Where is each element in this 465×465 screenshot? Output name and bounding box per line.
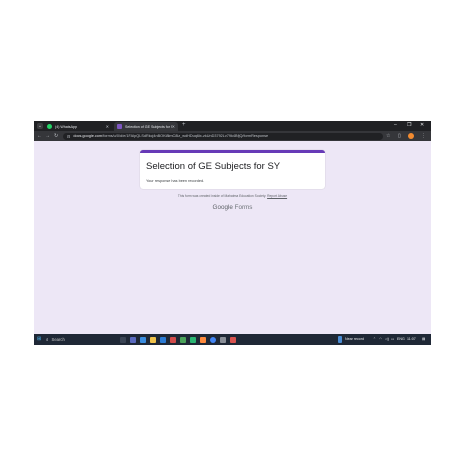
- file-explorer-icon[interactable]: [150, 336, 156, 343]
- tab-whatsapp[interactable]: (4) WhatsApp ✕: [44, 122, 112, 131]
- windows-start-icon[interactable]: ⊞: [37, 337, 42, 342]
- new-tab-icon[interactable]: +: [182, 122, 186, 128]
- response-card: Selection of GE Subjects for SY Your res…: [140, 150, 325, 189]
- avatar[interactable]: [408, 133, 414, 139]
- maximize-icon[interactable]: ❐: [407, 122, 411, 128]
- language-indicator[interactable]: ENG: [397, 337, 405, 341]
- report-abuse-link[interactable]: Report Abuse: [267, 194, 287, 198]
- tab-title: Selection of GE Subjects for SY: [125, 124, 172, 129]
- app-icon[interactable]: [200, 336, 206, 343]
- form-footnote: This form was created inside of Mahatma …: [34, 194, 431, 198]
- weather-icon[interactable]: [338, 336, 342, 343]
- app-icon[interactable]: [230, 336, 236, 343]
- chrome-icon[interactable]: [210, 336, 216, 343]
- close-icon[interactable]: ✕: [106, 124, 109, 129]
- search-label: Search: [51, 337, 65, 342]
- wifi-icon[interactable]: ◠: [379, 337, 382, 341]
- address-toolbar: ← → ↻ ⊟ docs.google.com/forms/u/0/d/e/1F…: [34, 131, 431, 141]
- close-window-icon[interactable]: ✕: [420, 122, 424, 128]
- confirmation-message: Your response has been recorded.: [146, 179, 205, 183]
- chevron-up-icon[interactable]: ⌃: [373, 337, 376, 341]
- widgets-icon[interactable]: [130, 336, 136, 343]
- weather-text[interactable]: Near record: [345, 337, 364, 341]
- app-icon[interactable]: [140, 336, 146, 343]
- form-title: Selection of GE Subjects for SY: [146, 161, 281, 172]
- taskbar: ⊞ ⌕ Search Near record ⌃ ◠ ◁) ▭ ENG 11:0…: [34, 334, 431, 345]
- battery-icon[interactable]: ▭: [391, 337, 394, 341]
- reload-icon[interactable]: ↻: [54, 133, 58, 139]
- volume-icon[interactable]: ◁): [385, 337, 389, 341]
- bookmark-star-icon[interactable]: ☆: [386, 133, 390, 139]
- tab-title: (4) WhatsApp: [55, 124, 77, 129]
- close-icon[interactable]: ✕: [172, 124, 175, 129]
- whatsapp-icon[interactable]: [190, 336, 196, 343]
- taskbar-search[interactable]: ⌕ Search: [46, 336, 114, 343]
- tab-strip: ⌄ (4) WhatsApp ✕ Selection of GE Subject…: [34, 121, 431, 131]
- edge-icon[interactable]: [160, 336, 166, 343]
- site-info-icon[interactable]: ⊟: [67, 134, 70, 139]
- tab-search-icon[interactable]: ⌄: [37, 123, 43, 129]
- tab-google-form[interactable]: Selection of GE Subjects for SY ✕: [114, 122, 178, 131]
- app-icon[interactable]: [180, 336, 186, 343]
- minimize-icon[interactable]: –: [394, 122, 397, 128]
- side-panel-icon[interactable]: ▯: [398, 133, 401, 139]
- task-view-icon[interactable]: [120, 336, 126, 343]
- google-forms-logo: Google Forms: [34, 204, 431, 211]
- brand-google: Google: [212, 204, 233, 211]
- url-text: docs.google.com/forms/u/0/d/e/1FAIpQLSdR…: [73, 134, 269, 138]
- notification-icon[interactable]: ▤: [422, 337, 425, 341]
- browser-window: ⌄ (4) WhatsApp ✕ Selection of GE Subject…: [34, 121, 431, 345]
- app-icon[interactable]: [170, 336, 176, 343]
- address-bar[interactable]: ⊟ docs.google.com/forms/u/0/d/e/1FAIpQLS…: [63, 132, 383, 140]
- forward-icon[interactable]: →: [45, 133, 50, 139]
- brand-forms: Forms: [234, 204, 253, 211]
- settings-icon[interactable]: [220, 336, 226, 343]
- footnote-text: This form was created inside of Mahatma …: [177, 194, 267, 198]
- back-icon[interactable]: ←: [37, 133, 42, 139]
- whatsapp-icon: [47, 124, 52, 129]
- menu-kebab-icon[interactable]: ⋮: [421, 133, 426, 139]
- clock-time[interactable]: 11:07: [407, 337, 416, 341]
- search-icon: ⌕: [46, 337, 49, 342]
- google-forms-icon: [117, 124, 122, 129]
